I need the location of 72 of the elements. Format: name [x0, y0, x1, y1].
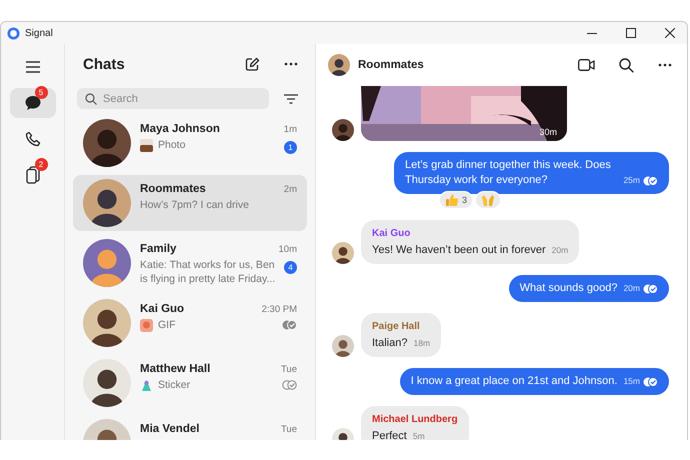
video-camera-icon [578, 59, 595, 71]
sender-name: Paige Hall [372, 320, 421, 334]
double-check-icon [643, 176, 658, 186]
chat-bubble-icon [24, 94, 42, 112]
window-title: Signal [25, 28, 53, 38]
double-check-icon [643, 376, 658, 386]
chats-tab[interactable]: 5 [10, 88, 56, 118]
contact-name: Matthew Hall [140, 363, 210, 375]
message-text: Let’s grab dinner together this week. Does Thursday work for everyone? [405, 158, 612, 188]
timestamp: 5m [412, 430, 425, 440]
conversation-title: Roommates [358, 59, 424, 71]
reaction-chip[interactable]: 3 [438, 191, 473, 209]
message-text: Perfect [372, 429, 407, 440]
thumbs-up-icon [444, 193, 459, 207]
app-logo-icon [7, 26, 20, 40]
timestamp: 10m [278, 244, 297, 255]
chat-row[interactable]: Mia Vendel Tue [73, 415, 307, 440]
contact-name: Mia Vendel [140, 423, 200, 435]
message-text: What sounds good? [520, 281, 618, 296]
timestamp: 2:30 PM [262, 304, 297, 315]
phone-icon [24, 131, 40, 147]
message-preview: Katie: That works for us, Ben is flying in pretty late Friday... [140, 258, 276, 286]
compose-icon [245, 56, 260, 72]
message-text: I know a great place on 21st and Johnson. [410, 374, 618, 389]
contact-name: Maya Johnson [140, 123, 220, 135]
panel-title: Chats [83, 56, 125, 72]
maximize-icon [626, 28, 636, 38]
message-preview: Sticker [158, 378, 192, 392]
sender-name: Kai Guo [372, 227, 412, 241]
reaction-chip[interactable] [475, 191, 501, 209]
timestamp: 1m [284, 124, 297, 135]
more-icon [658, 63, 672, 67]
timestamp: Tue [280, 364, 297, 375]
chat-row[interactable]: Family 10m Katie: That works for us, Ben is flying in pretty late Friday... 4 [73, 235, 307, 291]
unread-badge: 4 [284, 261, 297, 274]
raised-hands-icon [481, 193, 495, 207]
reaction-count: 3 [462, 195, 467, 205]
message-preview: How’s 7pm? I can drive [140, 198, 250, 212]
message-text: Italian? [372, 336, 408, 351]
double-check-icon [282, 320, 297, 330]
contact-name: Roommates [140, 183, 206, 195]
double-check-icon [643, 284, 658, 294]
filter-icon [284, 94, 298, 104]
timestamp: 2m [284, 184, 297, 195]
more-icon [284, 62, 298, 66]
unread-badge: 5 [34, 86, 48, 99]
timestamp: 25m [623, 174, 640, 187]
unread-badge: 2 [34, 158, 48, 171]
stories-tab[interactable]: 2 [10, 160, 56, 190]
stories-icon [24, 166, 40, 184]
timestamp: 18m [413, 337, 430, 350]
timestamp: 20m [623, 282, 640, 295]
message-text: Yes! We haven’t been out in forever [372, 243, 546, 258]
unread-badge: 1 [284, 141, 297, 154]
contact-name: Kai Guo [140, 303, 184, 315]
search-icon [619, 58, 634, 72]
menu-icon [26, 61, 40, 73]
message-preview: Photo [158, 138, 186, 152]
timestamp: 20m [552, 244, 568, 257]
timestamp: Tue [280, 424, 297, 435]
sender-name: Michael Lundberg [372, 413, 458, 427]
message-preview: GIF [158, 318, 176, 332]
close-icon [665, 28, 675, 38]
timestamp: 30m [539, 127, 557, 137]
search-field[interactable]: Search [77, 88, 269, 109]
timestamp: 15m [623, 375, 640, 388]
chat-row[interactable]: Matthew Hall Tue Sticker [73, 355, 307, 411]
chat-row[interactable]: Kai Guo 2:30 PM GIF [73, 295, 307, 351]
double-check-icon [282, 380, 297, 390]
chat-row[interactable]: Roommates 2m How’s 7pm? I can drive [73, 175, 307, 231]
contact-name: Family [140, 243, 176, 255]
search-icon [85, 93, 97, 105]
